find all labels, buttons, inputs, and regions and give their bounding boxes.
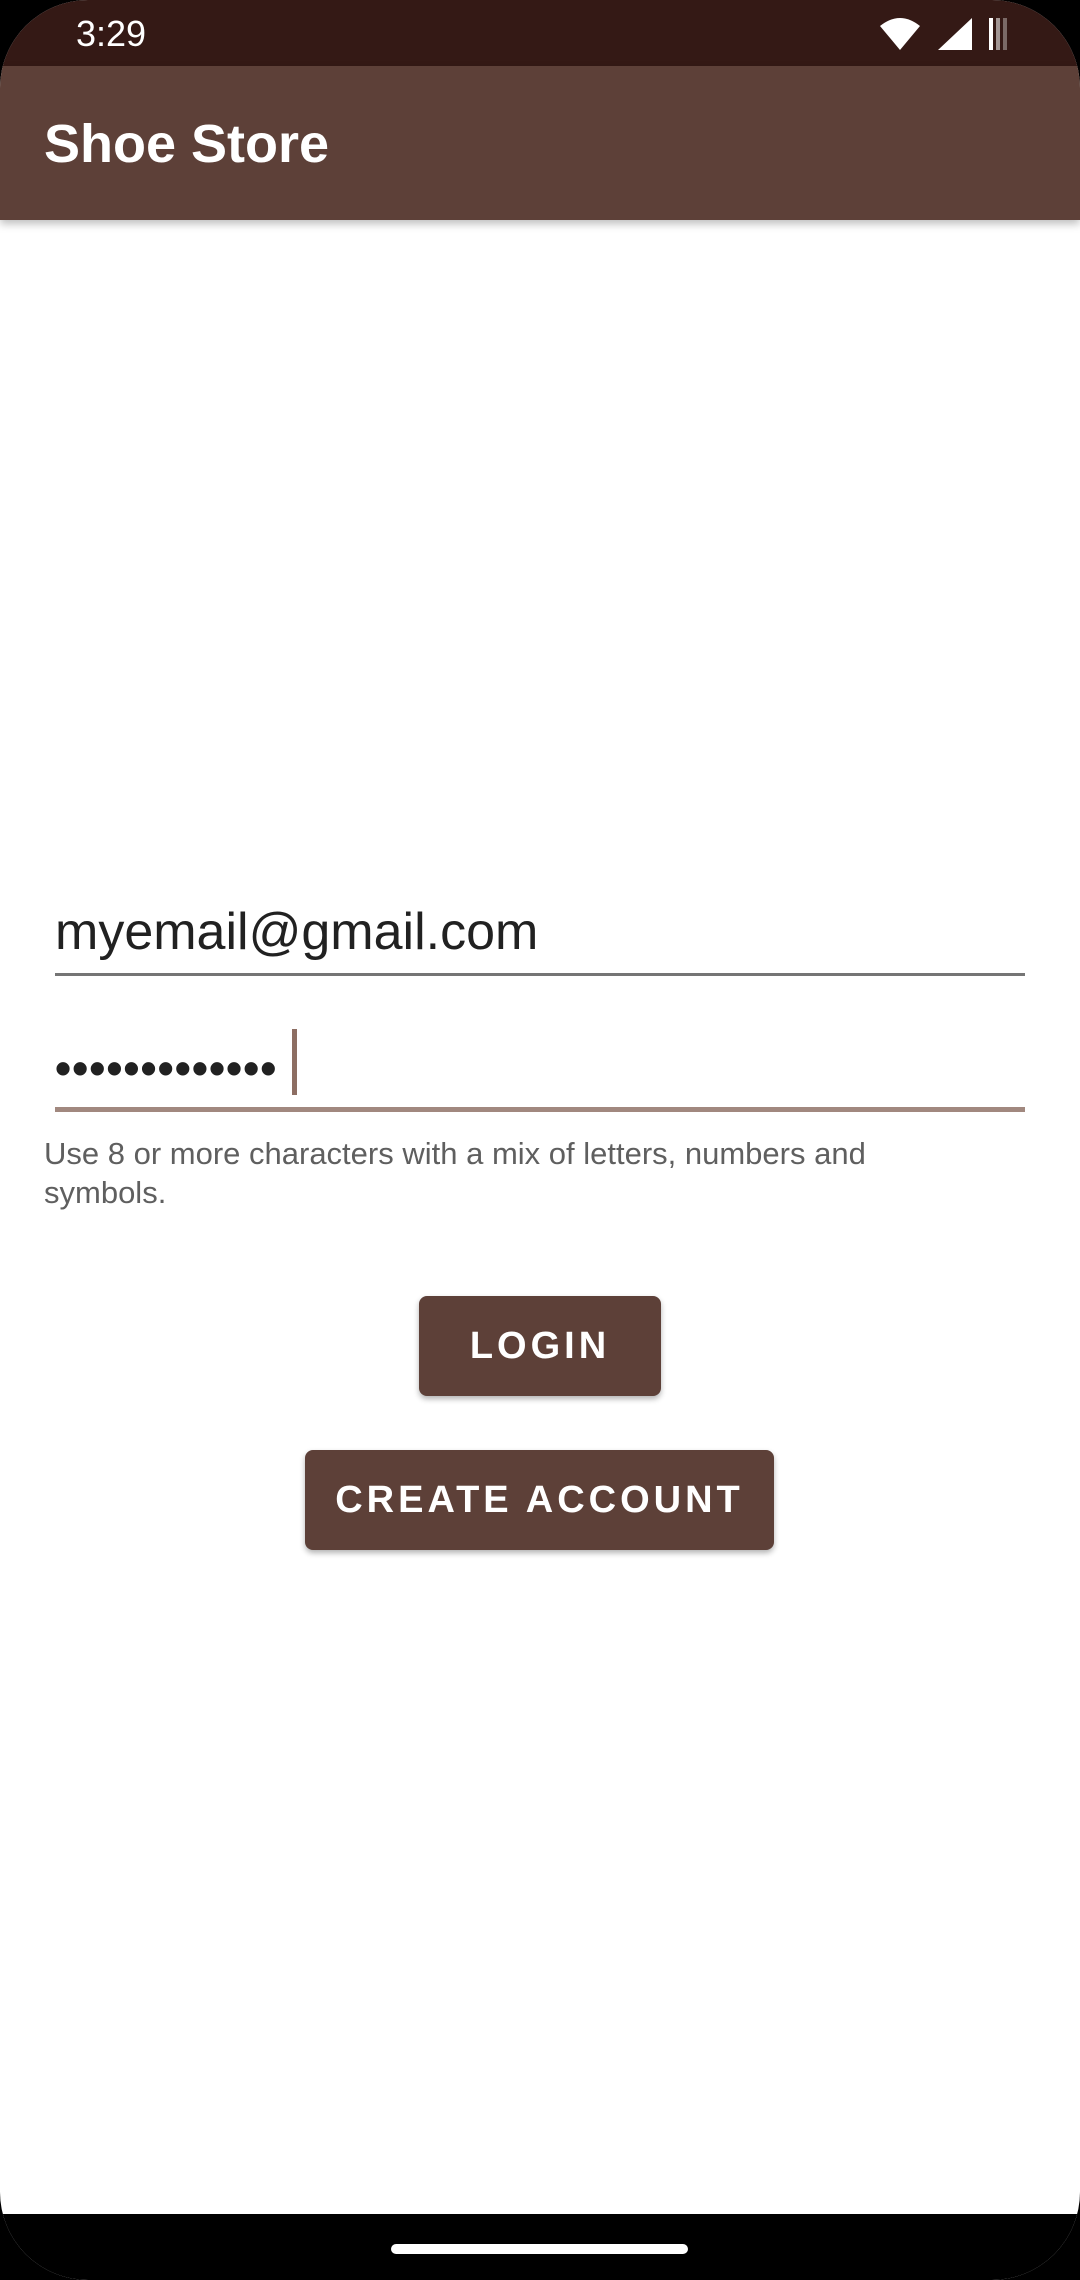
app-title: Shoe Store [44,114,330,174]
password-helper-text: Use 8 or more characters with a mix of l… [44,1136,866,1210]
status-bar: 3:29 [0,0,1080,66]
signal-icon [936,16,974,52]
text-cursor [292,1029,297,1095]
navigation-bar [0,2214,1080,2280]
email-field[interactable]: myemail@gmail.com [55,896,1025,976]
status-icons [878,14,1010,54]
app-bar: Shoe Store [0,66,1080,220]
wifi-icon [878,16,922,52]
password-field[interactable]: ••••••••••••• [55,1026,1025,1112]
phone-screen: 3:29 Shoe Store myemail@gmail.com ••••••… [0,0,1080,2280]
status-time: 3:29 [76,13,147,54]
create-account-button[interactable]: CREATE ACCOUNT [305,1450,774,1550]
email-value: myemail@gmail.com [55,903,539,961]
battery-icon [988,16,1010,52]
login-button[interactable]: LOGIN [419,1296,661,1396]
home-handle[interactable] [391,2244,688,2254]
password-value: ••••••••••••• [55,1042,278,1094]
